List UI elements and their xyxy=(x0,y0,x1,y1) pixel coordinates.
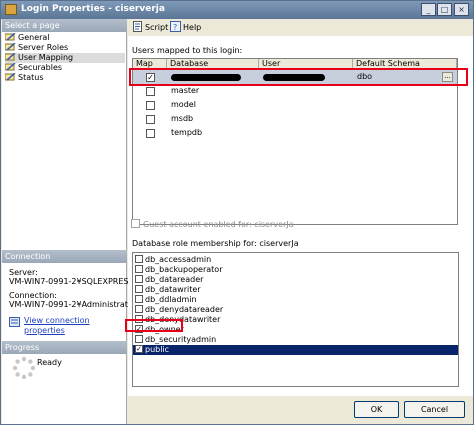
page-item-user-mapping[interactable]: User Mapping xyxy=(5,53,125,63)
page-icon xyxy=(5,53,16,61)
page-item-general[interactable]: General xyxy=(5,33,125,43)
window-title: Login Properties - ciserverja xyxy=(21,4,165,14)
table-row[interactable]: msdb xyxy=(133,112,457,126)
role-name: db_backupoperator xyxy=(145,265,223,274)
role-checkbox[interactable]: ✓ xyxy=(135,345,143,353)
list-item[interactable]: db_datawriter xyxy=(133,285,458,295)
database-cell: master xyxy=(171,86,200,95)
guest-account-option: Guest account enabled for: ciserverJa xyxy=(131,219,294,229)
role-checkbox[interactable] xyxy=(135,255,143,263)
role-checkbox[interactable] xyxy=(135,265,143,273)
view-connection-link[interactable]: View connection properties xyxy=(24,316,119,336)
list-item[interactable]: db_accessadmin xyxy=(133,255,458,265)
role-checkbox[interactable] xyxy=(135,335,143,343)
role-name: db_ddladmin xyxy=(145,295,197,304)
page-item-label: General xyxy=(18,33,50,42)
server-value: VM-WIN7-0991-2¥SQLEXPRES xyxy=(9,277,129,286)
list-item[interactable]: db_backupoperator xyxy=(133,265,458,275)
page-icon xyxy=(5,73,16,81)
role-highlight-annotation xyxy=(125,319,183,332)
map-checkbox[interactable] xyxy=(146,101,155,110)
progress-spinner-icon xyxy=(11,355,37,381)
progress-header: Progress xyxy=(2,341,127,354)
script-icon xyxy=(132,21,143,32)
page-item-status[interactable]: Status xyxy=(5,73,125,83)
page-item-securables[interactable]: Securables xyxy=(5,63,125,73)
page-item-label: Securables xyxy=(18,63,63,72)
cancel-button[interactable]: Cancel xyxy=(404,401,465,418)
select-page-header: Select a page xyxy=(2,19,127,32)
map-checkbox[interactable] xyxy=(146,87,155,96)
ok-button[interactable]: OK xyxy=(354,401,399,418)
list-item[interactable]: ✓ public xyxy=(133,345,458,355)
connection-header: Connection xyxy=(2,250,127,263)
login-properties-window: Login Properties - ciserverja _ □ × Sele… xyxy=(0,0,474,425)
map-checkbox[interactable] xyxy=(146,115,155,124)
role-checkbox[interactable] xyxy=(135,275,143,283)
list-item[interactable]: db_ddladmin xyxy=(133,295,458,305)
list-item[interactable]: db_denydatareader xyxy=(133,305,458,315)
help-label: Help xyxy=(183,23,202,32)
row-highlight-annotation xyxy=(129,68,468,86)
role-name: db_accessadmin xyxy=(145,255,212,264)
help-button[interactable]: ? Help xyxy=(170,21,201,34)
role-checkbox[interactable] xyxy=(135,305,143,313)
script-label: Script xyxy=(145,23,169,32)
map-checkbox[interactable] xyxy=(146,129,155,138)
help-icon: ? xyxy=(170,21,181,32)
page-item-label: Server Roles xyxy=(18,43,69,52)
minimize-button[interactable]: _ xyxy=(421,3,436,16)
toolbar: Script ▼ ?Help xyxy=(128,19,473,36)
database-cell: model xyxy=(171,100,196,109)
page-icon xyxy=(5,43,16,51)
role-name: db_securityadmin xyxy=(145,335,217,344)
page-icon xyxy=(5,33,16,41)
role-name: db_denydatareader xyxy=(145,305,224,314)
title-bar[interactable]: Login Properties - ciserverja _ □ × xyxy=(1,1,473,19)
guest-account-label: Guest account enabled for: ciserverJa xyxy=(143,220,294,229)
progress-status: Ready xyxy=(37,358,62,367)
page-item-label: User Mapping xyxy=(18,53,74,62)
close-button[interactable]: × xyxy=(454,3,469,16)
users-mapped-label: Users mapped to this login: xyxy=(132,46,243,55)
page-icon xyxy=(5,63,16,71)
connection-value: VM-WIN7-0991-2¥Administrato xyxy=(9,300,133,309)
role-membership-label: Database role membership for: ciserverJa xyxy=(132,239,299,248)
table-row[interactable]: tempdb xyxy=(133,126,457,140)
page-item-label: Status xyxy=(18,73,44,82)
list-item[interactable]: db_securityadmin xyxy=(133,335,458,345)
svg-text:?: ? xyxy=(173,23,177,32)
list-item[interactable]: db_datareader xyxy=(133,275,458,285)
left-pane: Select a page General Server Roles User … xyxy=(2,19,133,424)
maximize-button[interactable]: □ xyxy=(437,3,452,16)
role-name: db_datareader xyxy=(145,275,204,284)
role-checkbox[interactable] xyxy=(135,285,143,293)
table-row[interactable]: master xyxy=(133,84,457,98)
database-cell: tempdb xyxy=(171,128,203,137)
role-checkbox[interactable] xyxy=(135,295,143,303)
database-cell: msdb xyxy=(171,114,194,123)
guest-account-checkbox xyxy=(131,219,140,228)
login-properties-icon xyxy=(5,4,17,15)
role-name: public xyxy=(145,345,170,354)
connection-properties-icon xyxy=(9,317,20,327)
role-name: db_datawriter xyxy=(145,285,201,294)
table-row[interactable]: model xyxy=(133,98,457,112)
page-item-server-roles[interactable]: Server Roles xyxy=(5,43,125,53)
